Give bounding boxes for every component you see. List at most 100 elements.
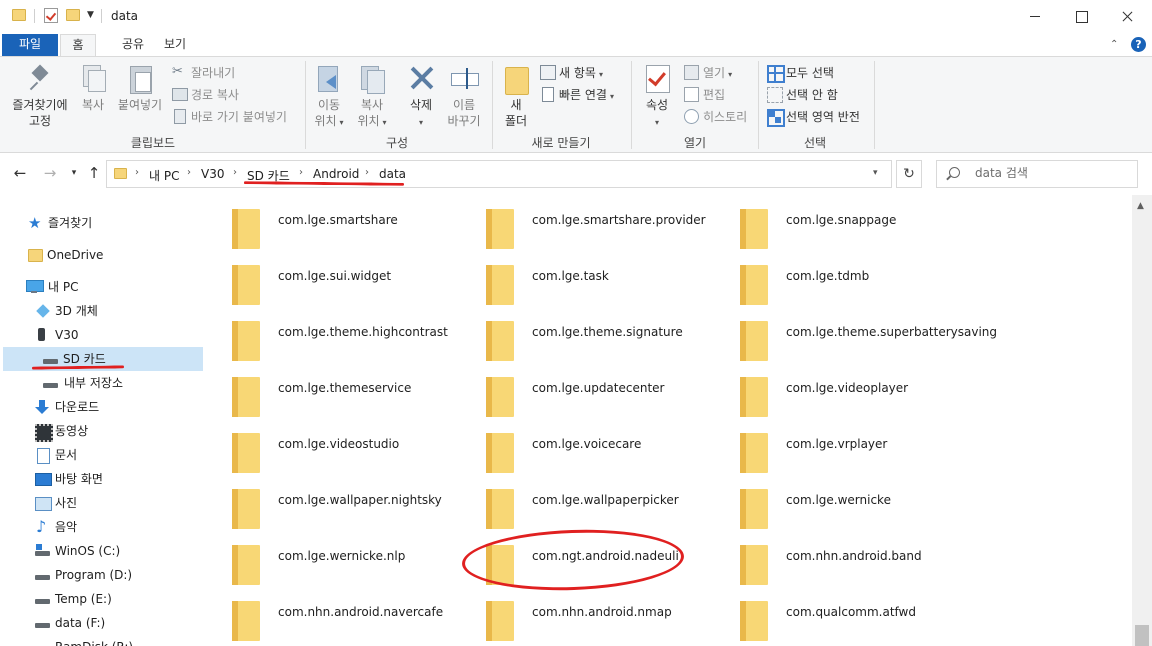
properties-button[interactable]: 속성 ▾ [638, 63, 676, 131]
breadcrumb-separator-icon[interactable]: › [187, 167, 191, 178]
sidebar-item-favorites[interactable]: 즐겨찾기 [0, 211, 203, 235]
folder-item[interactable]: com.lge.videoplayer [714, 363, 964, 417]
rename-button[interactable]: 이름 바꾸기 [443, 63, 485, 129]
new-item-button[interactable]: 새 항목 ▾ [540, 63, 603, 83]
folder-item[interactable]: com.lge.tdmb [714, 251, 964, 305]
folder-item[interactable]: com.lge.wernicke.nlp [206, 531, 456, 585]
sidebar-item-internal-storage[interactable]: 내부 저장소 [0, 371, 203, 395]
search-input[interactable] [975, 166, 1125, 180]
close-button[interactable] [1104, 0, 1150, 32]
sidebar-item-downloads[interactable]: 다운로드 [0, 395, 203, 419]
collapse-ribbon-icon[interactable]: ⌃ [1110, 39, 1118, 50]
sidebar-item-pictures[interactable]: 사진 [0, 491, 203, 515]
properties-icon[interactable] [44, 8, 58, 23]
tab-view[interactable]: 보기 [152, 34, 198, 56]
sidebar-item-v30[interactable]: V30 [0, 323, 203, 347]
tab-file[interactable]: 파일 [2, 34, 58, 56]
move-to-button[interactable]: 이동 위치 ▾ [310, 63, 348, 131]
folder-item[interactable]: com.lge.theme.signature [460, 307, 710, 361]
back-button[interactable]: ← [10, 163, 30, 183]
pin-quick-access-button[interactable]: 즐겨찾기에 고정 [6, 63, 74, 129]
phone-icon [35, 328, 49, 342]
breadcrumb-data[interactable]: data [379, 167, 406, 181]
group-label-organize: 구성 [385, 136, 409, 150]
copy-button[interactable]: 복사 [76, 63, 110, 113]
tab-home[interactable]: 홈 [60, 34, 96, 56]
refresh-button[interactable]: ↻ [896, 160, 922, 188]
new-folder-button[interactable]: 새 폴더 [498, 63, 534, 129]
sidebar-item-drive-c[interactable]: WinOS (C:) [0, 539, 203, 563]
folder-item[interactable]: com.lge.theme.highcontrast [206, 307, 456, 361]
sidebar-item-videos[interactable]: 동영상 [0, 419, 203, 443]
cut-button[interactable]: 잘라내기 [172, 62, 235, 83]
folder-item[interactable]: com.qualcomm.atfwd [714, 587, 964, 641]
folder-item[interactable]: com.lge.task [460, 251, 710, 305]
folder-item[interactable]: com.lge.themeservice [206, 363, 456, 417]
breadcrumb-android[interactable]: Android [313, 167, 359, 181]
properties-label: 속성 [645, 98, 669, 112]
folder-item[interactable]: com.lge.wallpaperpicker [460, 475, 710, 529]
easy-access-button[interactable]: 빠른 연결 ▾ [540, 85, 614, 105]
folder-item[interactable]: com.nhn.android.nmap [460, 587, 710, 641]
sidebar-item-onedrive[interactable]: OneDrive [0, 243, 203, 267]
sidebar-item-drive-f[interactable]: data (F:) [0, 611, 203, 635]
copy-path-button[interactable]: 경로 복사 [172, 85, 239, 105]
folder-item[interactable]: com.lge.updatecenter [460, 363, 710, 417]
copy-to-button[interactable]: 복사 위치 ▾ [352, 63, 392, 131]
folder-item[interactable]: com.nhn.android.band [714, 531, 964, 585]
paste-button[interactable]: 붙여넣기 [114, 63, 166, 113]
minimize-button[interactable] [1012, 0, 1058, 32]
select-none-button[interactable]: 선택 안 함 [767, 85, 838, 105]
sidebar-item-drive-e[interactable]: Temp (E:) [0, 587, 203, 611]
copy-to-label: 복사 [360, 98, 384, 112]
folder-item[interactable]: com.lge.vrplayer [714, 419, 964, 473]
sidebar-item-drive-r[interactable]: RamDisk (R:) [0, 635, 203, 646]
folder-name: com.lge.voicecare [532, 437, 642, 451]
folder-item[interactable]: com.nhn.android.navercafe [206, 587, 456, 641]
vertical-scrollbar[interactable]: ▲ [1132, 195, 1152, 646]
folder-item[interactable]: com.lge.smartshare [206, 195, 456, 249]
invert-selection-button[interactable]: 선택 영역 반전 [767, 107, 860, 127]
folder-item[interactable]: com.lge.wallpaper.nightsky [206, 475, 456, 529]
sidebar-item-drive-d[interactable]: Program (D:) [0, 563, 203, 587]
new-folder-icon[interactable] [66, 9, 80, 21]
up-button[interactable]: ↑ [84, 163, 104, 183]
sidebar-item-music[interactable]: 음악 [0, 515, 203, 539]
sidebar-item-my-pc[interactable]: 내 PC [0, 275, 203, 299]
delete-button[interactable]: 삭제 ▾ [403, 63, 439, 131]
chevron-down-icon[interactable]: ▾ [873, 168, 878, 178]
paste-shortcut-button[interactable]: 바로 가기 붙여넣기 [172, 107, 287, 127]
folder-item[interactable]: com.lge.smartshare.provider [460, 195, 710, 249]
history-button[interactable]: 히스토리 [684, 107, 747, 127]
scroll-up-icon[interactable]: ▲ [1137, 201, 1144, 211]
breadcrumb-separator-icon[interactable]: › [135, 167, 139, 178]
address-bar[interactable]: › 내 PC › V30 › SD 카드 › Android › data ▾ [106, 160, 892, 188]
breadcrumb-my-pc[interactable]: 내 PC [149, 167, 179, 184]
customize-quick-access-icon[interactable]: ▼ [87, 10, 94, 20]
select-all-button[interactable]: 모두 선택 [767, 63, 834, 83]
folder-item[interactable]: com.lge.voicecare [460, 419, 710, 473]
sidebar-item-desktop[interactable]: 바탕 화면 [0, 467, 203, 491]
sidebar-item-3d-objects[interactable]: 3D 개체 [0, 299, 203, 323]
open-button[interactable]: 열기 ▾ [684, 63, 732, 83]
breadcrumb-separator-icon[interactable]: › [365, 167, 369, 178]
tab-share[interactable]: 공유 [110, 34, 156, 56]
folder-item[interactable]: com.lge.sui.widget [206, 251, 456, 305]
breadcrumb-separator-icon[interactable]: › [233, 167, 237, 178]
drive-icon [43, 352, 58, 366]
forward-button[interactable]: → [40, 163, 60, 183]
maximize-button[interactable] [1058, 0, 1104, 32]
recent-locations-button[interactable]: ▾ [64, 163, 84, 183]
folder-item[interactable]: com.lge.snappage [714, 195, 964, 249]
edit-button[interactable]: 편집 [684, 85, 725, 105]
sidebar-item-documents[interactable]: 문서 [0, 443, 203, 467]
folder-item[interactable]: com.lge.videostudio [206, 419, 456, 473]
breadcrumb-separator-icon[interactable]: › [299, 167, 303, 178]
folder-item[interactable]: com.lge.theme.superbatterysaving [714, 307, 997, 361]
help-icon[interactable]: ? [1131, 37, 1146, 52]
paste-icon [125, 63, 155, 94]
breadcrumb-v30[interactable]: V30 [201, 167, 224, 181]
scrollbar-thumb[interactable] [1135, 625, 1149, 646]
search-box[interactable] [936, 160, 1138, 188]
folder-item[interactable]: com.lge.wernicke [714, 475, 964, 529]
